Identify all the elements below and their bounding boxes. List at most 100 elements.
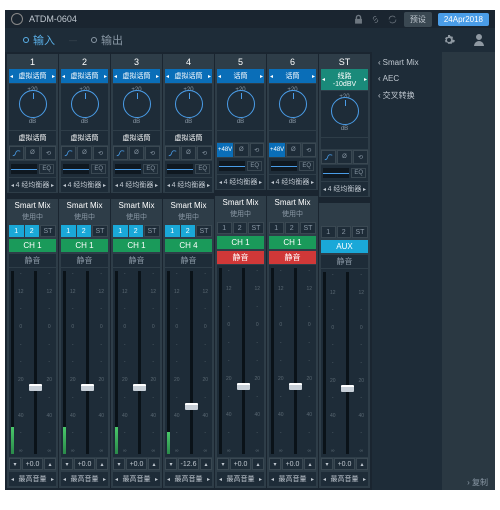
bus-2-button[interactable]: 2 <box>77 225 92 237</box>
eq-button[interactable]: EQ <box>143 164 158 174</box>
phantom-button[interactable]: +48V <box>269 143 285 157</box>
phase-button[interactable]: Ø <box>234 143 248 157</box>
eq-graph[interactable] <box>63 164 89 174</box>
channel-assign-button[interactable]: CH 4 <box>165 239 212 252</box>
value-up-button[interactable]: ▴ <box>44 458 56 470</box>
eq-graph[interactable] <box>115 164 141 174</box>
lock-icon[interactable] <box>353 14 364 25</box>
sidebar-item-smartmix[interactable]: Smart Mix <box>376 56 438 69</box>
fader[interactable] <box>190 271 193 454</box>
fader-value[interactable]: +0.0 <box>22 458 43 470</box>
eq-graph[interactable] <box>167 164 193 174</box>
fader-value[interactable]: +0.0 <box>74 458 95 470</box>
max-volume-select[interactable]: ◂最高音量▸ <box>217 472 264 486</box>
lowcut-button[interactable] <box>165 146 180 160</box>
st-button[interactable]: ST <box>300 222 316 234</box>
bus-2-button[interactable]: 2 <box>233 222 248 234</box>
link-button[interactable]: ⟲ <box>250 143 264 157</box>
link-button[interactable]: ⟲ <box>93 146 108 160</box>
gain-knob[interactable]: +20dB <box>113 84 160 130</box>
eq-graph[interactable] <box>11 164 37 174</box>
user-icon[interactable] <box>471 32 487 48</box>
max-volume-select[interactable]: ◂最高音量▸ <box>269 472 316 486</box>
value-up-button[interactable]: ▴ <box>148 458 160 470</box>
fader[interactable] <box>346 272 349 454</box>
channel-assign-button[interactable]: CH 1 <box>9 239 56 252</box>
bus-1-button[interactable]: 1 <box>165 225 180 237</box>
value-up-button[interactable]: ▴ <box>200 458 212 470</box>
eq-preset-select[interactable]: ◂4 经均衡器▸ <box>9 178 56 192</box>
max-volume-select[interactable]: ◂最高音量▸ <box>165 472 212 486</box>
gain-knob[interactable]: +20dB <box>321 91 368 137</box>
input-type-select[interactable]: ◂虚拟话筒▸ <box>113 69 160 83</box>
link-button[interactable]: ⟲ <box>41 146 56 160</box>
sidebar-item-aec[interactable]: AEC <box>376 72 438 85</box>
mute-button[interactable]: 静音 <box>321 255 368 268</box>
value-down-button[interactable]: ▾ <box>9 458 21 470</box>
bus-2-button[interactable]: 2 <box>129 225 144 237</box>
preview-button[interactable]: 预设 <box>404 12 432 27</box>
bus-1-button[interactable]: 1 <box>269 222 284 234</box>
link-button[interactable]: ⟲ <box>197 146 212 160</box>
eq-button[interactable]: EQ <box>91 164 106 174</box>
gain-knob[interactable]: +20dB <box>269 84 316 130</box>
fader[interactable] <box>34 271 37 454</box>
bus-1-button[interactable]: 1 <box>113 225 128 237</box>
channel-assign-button[interactable]: CH 1 <box>217 236 264 249</box>
channel-assign-button[interactable]: CH 1 <box>61 239 108 252</box>
max-volume-select[interactable]: ◂最高音量▸ <box>9 472 56 486</box>
fader-value[interactable]: +0.0 <box>230 458 251 470</box>
phase-button[interactable]: Ø <box>286 143 300 157</box>
eq-button[interactable]: EQ <box>39 164 54 174</box>
copy-button[interactable]: › 复制 <box>467 477 488 488</box>
value-down-button[interactable]: ▾ <box>165 458 177 470</box>
value-down-button[interactable]: ▾ <box>217 458 229 470</box>
mute-button[interactable]: 静音 <box>217 251 264 264</box>
fader[interactable] <box>294 268 297 454</box>
bus-1-button[interactable]: 1 <box>217 222 232 234</box>
eq-preset-select[interactable]: ◂4 经均衡器▸ <box>61 178 108 192</box>
link-button[interactable]: ⟲ <box>353 150 368 164</box>
value-down-button[interactable]: ▾ <box>61 458 73 470</box>
bus-2-button[interactable]: 2 <box>337 226 352 238</box>
fader-value[interactable]: +0.0 <box>334 458 355 470</box>
bus-2-button[interactable]: 2 <box>181 225 196 237</box>
eq-preset-select[interactable]: ◂4 经均衡器▸ <box>269 175 316 189</box>
st-button[interactable]: ST <box>196 225 212 237</box>
gain-knob[interactable]: +20dB <box>61 84 108 130</box>
tab-output[interactable]: 输出 <box>81 30 133 50</box>
eq-preset-select[interactable]: ◂4 经均衡器▸ <box>113 178 160 192</box>
lowcut-button[interactable] <box>9 146 24 160</box>
eq-preset-select[interactable]: ◂4 经均衡器▸ <box>321 182 368 196</box>
eq-button[interactable]: EQ <box>247 161 262 171</box>
phantom-button[interactable]: +48V <box>217 143 233 157</box>
eq-graph[interactable] <box>271 161 297 171</box>
input-type-select[interactable]: ◂虚拟话筒▸ <box>61 69 108 83</box>
st-button[interactable]: ST <box>144 225 160 237</box>
date-badge[interactable]: 24Apr2018 <box>438 13 489 26</box>
st-button[interactable]: ST <box>352 226 368 238</box>
mute-button[interactable]: 静音 <box>113 254 160 267</box>
eq-preset-select[interactable]: ◂4 经均衡器▸ <box>217 175 264 189</box>
link-button[interactable]: ⟲ <box>145 146 160 160</box>
input-type-select[interactable]: ◂话筒▸ <box>217 69 264 83</box>
tab-input[interactable]: 输入 <box>13 30 65 50</box>
bus-2-button[interactable]: 2 <box>285 222 300 234</box>
fader-value[interactable]: -12.6 <box>178 458 199 470</box>
gain-knob[interactable]: +20dB <box>217 84 264 130</box>
st-button[interactable]: ST <box>248 222 264 234</box>
gear-icon[interactable] <box>441 32 457 48</box>
st-button[interactable]: ST <box>92 225 108 237</box>
channel-assign-button[interactable]: CH 1 <box>113 239 160 252</box>
value-down-button[interactable]: ▾ <box>269 458 281 470</box>
eq-graph[interactable] <box>323 168 349 178</box>
mute-button[interactable]: 静音 <box>165 254 212 267</box>
input-type-select[interactable]: ◂虚拟话筒▸ <box>9 69 56 83</box>
link-button[interactable]: ⟲ <box>302 143 316 157</box>
lowcut-button[interactable] <box>61 146 76 160</box>
sidebar-item-crossfade[interactable]: 交叉转换 <box>376 88 438 103</box>
eq-button[interactable]: EQ <box>299 161 314 171</box>
st-button[interactable]: ST <box>40 225 56 237</box>
input-type-select[interactable]: ◂线路 -10dBV▸ <box>321 69 368 90</box>
eq-button[interactable]: EQ <box>195 164 210 174</box>
